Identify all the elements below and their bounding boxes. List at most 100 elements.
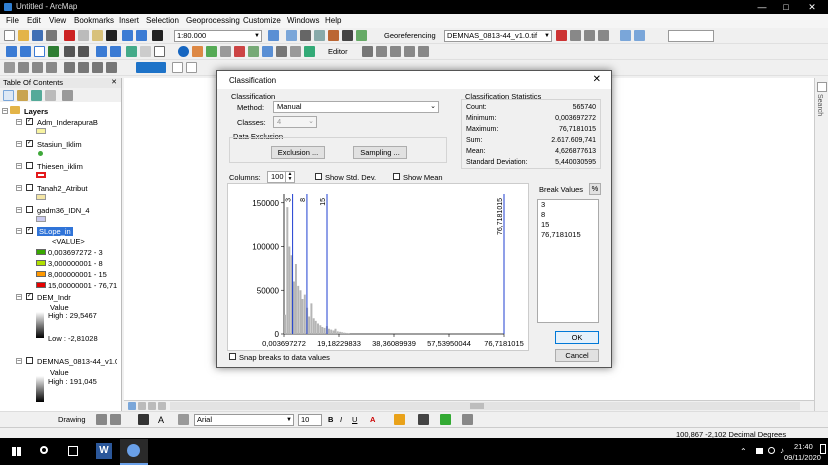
find-icon[interactable] bbox=[234, 46, 245, 57]
menu-file[interactable]: File bbox=[6, 16, 19, 25]
raster-layer-combo[interactable]: DEMNAS_0813-44_v1.0.tif ▼ bbox=[444, 30, 552, 42]
forward-icon[interactable] bbox=[110, 46, 121, 57]
edit-tool-icon[interactable] bbox=[362, 46, 373, 57]
identify-icon[interactable] bbox=[178, 46, 189, 57]
line-color-icon[interactable] bbox=[418, 414, 429, 425]
cancel-button[interactable]: Cancel bbox=[555, 349, 599, 362]
collapse-layer-icon[interactable]: – bbox=[16, 207, 22, 213]
word-app-icon[interactable]: W bbox=[96, 443, 112, 459]
sampling-button[interactable]: Sampling ... bbox=[353, 146, 407, 159]
arcmap-taskbar-button[interactable] bbox=[120, 439, 148, 465]
layer-visibility-checkbox[interactable]: ✓ bbox=[26, 140, 33, 147]
layer-visibility-checkbox[interactable]: ✓ bbox=[26, 118, 33, 125]
collapse-layer-icon[interactable]: – bbox=[16, 185, 22, 191]
straight-segment-icon[interactable] bbox=[390, 46, 401, 57]
rotate-icon[interactable] bbox=[110, 414, 121, 425]
close-icon[interactable]: ✕ bbox=[802, 1, 822, 13]
class-swatch[interactable] bbox=[36, 282, 46, 288]
georeferencing-menu[interactable]: Georeferencing bbox=[384, 31, 436, 40]
full-extent-icon[interactable] bbox=[48, 46, 59, 57]
layer-adm-inderapurab[interactable]: Adm_InderapuraB bbox=[37, 118, 98, 127]
modelbuilder-icon[interactable] bbox=[356, 30, 367, 41]
viewer-icon[interactable] bbox=[46, 62, 57, 73]
break-value[interactable]: 15 bbox=[538, 220, 598, 230]
view-link-icon[interactable] bbox=[634, 30, 645, 41]
list-by-source-icon[interactable] bbox=[17, 90, 28, 101]
refresh-icon[interactable] bbox=[148, 402, 156, 410]
class-swatch[interactable] bbox=[36, 249, 46, 255]
collapse-layers-icon[interactable]: – bbox=[2, 108, 8, 114]
redo-icon[interactable] bbox=[136, 30, 147, 41]
table-icon[interactable] bbox=[286, 30, 297, 41]
collapse-layer-icon[interactable]: – bbox=[16, 294, 22, 300]
font-color-icon[interactable]: A bbox=[370, 415, 375, 424]
layers-root-label[interactable]: Layers bbox=[24, 107, 48, 116]
polygon-symbol[interactable] bbox=[36, 172, 46, 178]
scale-icon[interactable] bbox=[598, 30, 609, 41]
magnifier-icon[interactable] bbox=[18, 62, 29, 73]
menu-help[interactable]: Help bbox=[325, 16, 341, 25]
method-select[interactable]: Manual ⌄ bbox=[273, 101, 439, 113]
undo-icon[interactable] bbox=[122, 30, 133, 41]
shift-icon[interactable] bbox=[584, 30, 595, 41]
data-view-icon[interactable] bbox=[128, 402, 136, 410]
layer-thiesen-iklim[interactable]: Thiesen_iklim bbox=[37, 162, 83, 171]
pan-icon[interactable] bbox=[34, 46, 45, 57]
italic-icon[interactable]: I bbox=[340, 415, 342, 424]
menu-edit[interactable]: Edit bbox=[27, 16, 41, 25]
rotate-icon[interactable] bbox=[570, 30, 581, 41]
break-values-list[interactable]: 3 8 15 76,7181015 bbox=[537, 199, 599, 323]
create-viewer-icon[interactable] bbox=[290, 46, 301, 57]
paste-icon[interactable] bbox=[92, 30, 103, 41]
class-swatch[interactable] bbox=[36, 271, 46, 277]
color-ramp-swatch[interactable] bbox=[136, 62, 166, 73]
font-size-combo[interactable]: 10 bbox=[298, 414, 322, 426]
notifications-icon[interactable] bbox=[820, 444, 826, 454]
layer-visibility-checkbox[interactable] bbox=[26, 184, 33, 191]
edit-vertices-icon[interactable] bbox=[178, 414, 189, 425]
open-icon[interactable] bbox=[18, 30, 29, 41]
time-slider-icon[interactable] bbox=[276, 46, 287, 57]
marker-color-icon[interactable] bbox=[440, 414, 451, 425]
options-icon[interactable] bbox=[62, 90, 73, 101]
layer-visibility-checkbox[interactable]: ✓ bbox=[26, 227, 33, 234]
menu-selection[interactable]: Selection bbox=[146, 16, 179, 25]
list-by-visibility-icon[interactable] bbox=[31, 90, 42, 101]
class-swatch[interactable] bbox=[36, 260, 46, 266]
measure-icon[interactable] bbox=[220, 46, 231, 57]
catalog-icon[interactable] bbox=[300, 30, 311, 41]
layer-visibility-checkbox[interactable]: ✓ bbox=[26, 293, 33, 300]
select-features-icon[interactable] bbox=[126, 46, 137, 57]
collapse-layer-icon[interactable]: – bbox=[16, 358, 22, 364]
tray-chevron-icon[interactable]: ⌃ bbox=[740, 447, 747, 456]
clear-selection-icon[interactable] bbox=[140, 46, 151, 57]
search-tab-icon[interactable] bbox=[817, 82, 827, 92]
fixed-zoom-out-icon[interactable] bbox=[78, 46, 89, 57]
layer-slope-in[interactable]: SLope_in bbox=[37, 227, 73, 236]
html-popup-icon[interactable] bbox=[206, 46, 217, 57]
zoom-out-icon[interactable] bbox=[20, 46, 31, 57]
go-to-xy-icon[interactable] bbox=[262, 46, 273, 57]
point-symbol[interactable] bbox=[38, 151, 43, 156]
list-by-selection-icon[interactable] bbox=[45, 90, 56, 101]
close-icon[interactable]: ✕ bbox=[593, 74, 601, 85]
columns-stepper[interactable]: ▲ ▼ bbox=[285, 172, 294, 182]
link-table-icon[interactable] bbox=[620, 30, 631, 41]
minimize-icon[interactable]: — bbox=[752, 1, 772, 13]
adjust-transparency-icon[interactable] bbox=[64, 62, 75, 73]
polygon-symbol[interactable] bbox=[36, 216, 46, 222]
add-data-icon[interactable] bbox=[152, 30, 163, 41]
delete-icon[interactable] bbox=[106, 30, 117, 41]
layer-visibility-checkbox[interactable] bbox=[26, 357, 33, 364]
windows-start-icon[interactable] bbox=[12, 447, 21, 456]
list-by-drawing-order-icon[interactable] bbox=[3, 90, 14, 101]
battery-icon[interactable] bbox=[756, 448, 763, 454]
find-route-icon[interactable] bbox=[248, 46, 259, 57]
task-view-icon[interactable] bbox=[68, 446, 78, 456]
scale-combo[interactable]: 1:80.000 ▼ bbox=[174, 30, 262, 42]
layout-icon[interactable] bbox=[4, 62, 15, 73]
fill-color-icon[interactable] bbox=[394, 414, 405, 425]
polygon-symbol[interactable] bbox=[36, 194, 46, 200]
layer-stasiun-iklim[interactable]: Stasiun_Iklim bbox=[37, 140, 82, 149]
menu-view[interactable]: View bbox=[49, 16, 66, 25]
